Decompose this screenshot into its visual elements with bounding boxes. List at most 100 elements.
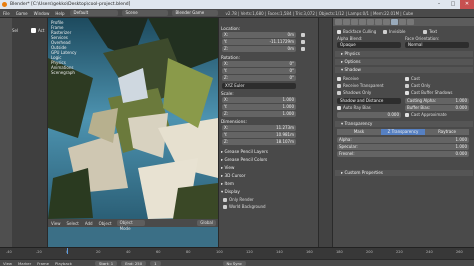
blender-logo-icon bbox=[2, 2, 7, 7]
fresnel-field[interactable]: Fresnel: 0.000 bbox=[337, 151, 469, 157]
only-render-checkbox[interactable] bbox=[223, 198, 227, 202]
object-menu[interactable]: Object bbox=[96, 221, 115, 226]
timeline-playback-menu[interactable]: Playback bbox=[52, 261, 75, 266]
timeline-tick-label: 220 bbox=[396, 250, 403, 254]
timeline-tick-label: -40 bbox=[6, 250, 12, 254]
receive-checkbox[interactable] bbox=[337, 77, 341, 81]
timeline-frame-menu[interactable]: Frame bbox=[34, 261, 52, 266]
dimension-x-field[interactable]: X: 11.273m bbox=[222, 125, 296, 131]
scale-z-field[interactable]: Z: 1.000 bbox=[222, 111, 296, 117]
receive-transparent-checkbox[interactable] bbox=[337, 84, 341, 88]
cast-only-checkbox[interactable] bbox=[405, 84, 409, 88]
constraints-tab-icon[interactable] bbox=[367, 19, 374, 25]
close-button[interactable]: ✕ bbox=[460, 0, 474, 9]
material-tab-icon[interactable] bbox=[391, 19, 398, 25]
transparency-z-button[interactable]: Z Transparency bbox=[381, 129, 425, 135]
current-frame-marker[interactable] bbox=[67, 248, 68, 254]
menu-game[interactable]: Game bbox=[13, 11, 31, 16]
orientation-selector[interactable]: Global bbox=[197, 220, 216, 226]
physics-tab-icon[interactable] bbox=[407, 19, 414, 25]
section-transparency[interactable]: ▾ Transparency bbox=[335, 121, 473, 127]
sync-select[interactable]: No Sync bbox=[222, 260, 247, 266]
location-x-field[interactable]: X: 0m bbox=[222, 32, 296, 38]
minimize-button[interactable]: – bbox=[432, 0, 446, 9]
add-menu[interactable]: Add bbox=[82, 221, 96, 226]
section-view[interactable]: ▸ View bbox=[221, 165, 317, 170]
cast-buffer-shadows-checkbox[interactable] bbox=[405, 91, 409, 95]
cast-checkbox[interactable] bbox=[405, 77, 409, 81]
lock-location-z-icon[interactable] bbox=[301, 47, 305, 51]
alpha-field[interactable]: Alpha: 1.000 bbox=[337, 137, 469, 143]
menu-help[interactable]: Help bbox=[52, 11, 67, 16]
menu-file[interactable]: File bbox=[0, 11, 13, 16]
dimension-y-field[interactable]: Y: 10.981m bbox=[222, 132, 296, 138]
lock-location-y-icon[interactable] bbox=[301, 40, 305, 44]
texture-tab-icon[interactable] bbox=[399, 19, 406, 25]
object-tab-icon[interactable] bbox=[359, 19, 366, 25]
modifiers-tab-icon[interactable] bbox=[375, 19, 382, 25]
start-frame-field[interactable]: Start: 1 bbox=[94, 260, 118, 266]
scale-y-field[interactable]: Y: 1.000 bbox=[222, 104, 296, 110]
layout-selector[interactable]: Default bbox=[69, 10, 118, 16]
engine-selector[interactable]: Blender Game bbox=[171, 10, 218, 16]
area-divider[interactable] bbox=[318, 18, 332, 247]
rotation-y-field[interactable]: Y: 0° bbox=[222, 68, 296, 74]
view-menu[interactable]: View bbox=[48, 221, 64, 226]
scene-selector[interactable]: Scene bbox=[121, 10, 168, 16]
auto-ray-bias-checkbox[interactable] bbox=[337, 106, 341, 110]
face-orientation-select[interactable]: Normal bbox=[405, 42, 469, 48]
act-checkbox[interactable] bbox=[31, 28, 36, 33]
section-item[interactable]: ▸ Item bbox=[221, 181, 317, 186]
select-menu[interactable]: Select bbox=[64, 221, 82, 226]
section-grease-pencil-colors[interactable]: ▸ Grease Pencil Colors bbox=[221, 157, 317, 162]
location-z-field[interactable]: Z: 0m bbox=[222, 46, 296, 52]
shadow-type-select[interactable]: Shadow and Distance bbox=[337, 98, 401, 104]
buffer-bias-field[interactable]: Buffer Bias: 0.000 bbox=[405, 105, 469, 111]
section-grease-pencil-layers[interactable]: ▸ Grease Pencil Layers bbox=[221, 149, 317, 154]
mode-selector[interactable]: Object Mode bbox=[116, 220, 146, 231]
section-3d-cursor[interactable]: ▸ 3D Cursor bbox=[221, 173, 317, 178]
casting-alpha-field[interactable]: Casting Alpha: 1.000 bbox=[405, 98, 469, 104]
specular-field[interactable]: Specular: 1.000 bbox=[337, 144, 469, 150]
section-display[interactable]: ▾ Display bbox=[221, 189, 317, 194]
3d-viewport[interactable]: Profile Frame Rasterizer Services Overhe… bbox=[48, 18, 218, 247]
timeline[interactable]: -40 -20 0 20 40 60 80 100 120 140 160 18… bbox=[0, 247, 474, 259]
section-custom-properties[interactable]: ▸ Custom Properties bbox=[335, 170, 473, 176]
timeline-view-menu[interactable]: View bbox=[0, 261, 15, 266]
render-tab-icon[interactable] bbox=[335, 19, 342, 25]
scene-tab-icon[interactable] bbox=[343, 19, 350, 25]
world-background-checkbox[interactable] bbox=[223, 205, 227, 209]
location-y-field[interactable]: Y: -11.11729m bbox=[222, 39, 296, 45]
transparency-mask-button[interactable]: Mask bbox=[337, 129, 381, 135]
end-frame-field[interactable]: End: 250 bbox=[121, 260, 147, 266]
dimension-z-field[interactable]: Z: 18.107m bbox=[222, 139, 296, 145]
profile-overlay: Profile Frame Rasterizer Services Overhe… bbox=[51, 20, 77, 75]
backface-culling-checkbox[interactable] bbox=[337, 30, 341, 34]
cast-label: Cast bbox=[411, 76, 420, 81]
rotation-z-field[interactable]: Z: 0° bbox=[222, 75, 296, 81]
maximize-button[interactable]: □ bbox=[446, 0, 460, 9]
tool-label: Sel bbox=[12, 28, 19, 33]
ray-bias-field[interactable]: 0.000 bbox=[337, 112, 401, 118]
section-physics[interactable]: ▸ Physics bbox=[335, 51, 473, 57]
alpha-blend-select[interactable]: Opaque bbox=[337, 42, 401, 48]
data-tab-icon[interactable] bbox=[383, 19, 390, 25]
section-options[interactable]: ▸ Options bbox=[335, 59, 473, 65]
transparency-raytrace-button[interactable]: Raytrace bbox=[425, 129, 469, 135]
rotation-mode-select[interactable]: XYZ Euler bbox=[222, 83, 296, 89]
section-shadow[interactable]: ▾ Shadow bbox=[335, 67, 473, 73]
shadows-only-checkbox[interactable] bbox=[337, 91, 341, 95]
cast-approximate-checkbox[interactable] bbox=[405, 113, 409, 117]
profile-line: Scenegraph bbox=[51, 70, 75, 75]
timeline-tick-label: 20 bbox=[96, 250, 100, 254]
current-frame-field[interactable]: 1 bbox=[150, 260, 161, 266]
menu-window[interactable]: Window bbox=[31, 11, 53, 16]
scale-x-field[interactable]: X: 1.000 bbox=[222, 97, 296, 103]
world-tab-icon[interactable] bbox=[351, 19, 358, 25]
timeline-marker-menu[interactable]: Marker bbox=[15, 261, 34, 266]
invisible-checkbox[interactable] bbox=[383, 30, 387, 34]
rotation-x-field[interactable]: X: 0° bbox=[222, 61, 296, 67]
tool-tabs[interactable] bbox=[0, 18, 12, 247]
lock-location-x-icon[interactable] bbox=[301, 33, 305, 37]
text-checkbox[interactable] bbox=[423, 30, 427, 34]
